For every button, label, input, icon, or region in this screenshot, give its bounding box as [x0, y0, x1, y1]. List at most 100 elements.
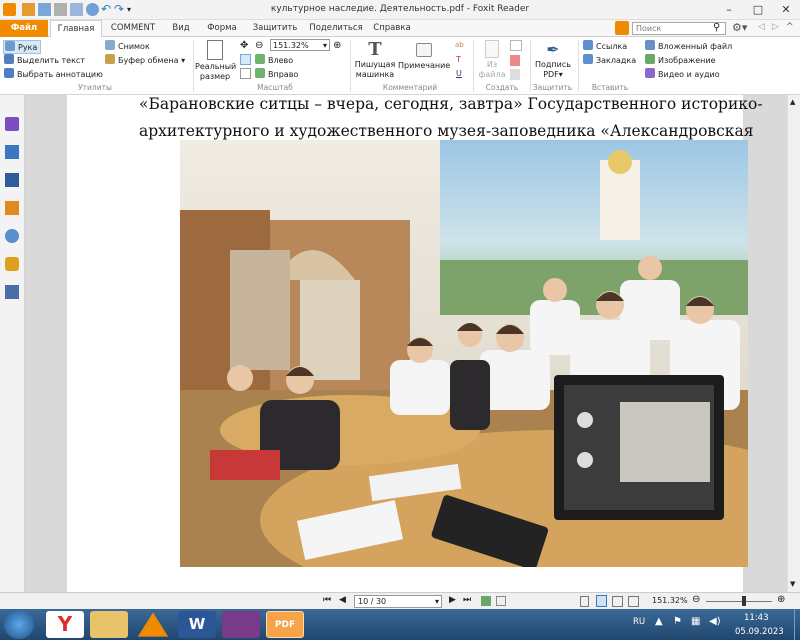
tab-protect[interactable]: Защитить — [248, 20, 302, 37]
forward-icon[interactable]: ▷ — [772, 22, 779, 32]
next-view-icon[interactable] — [496, 596, 506, 606]
select-text-button[interactable]: Выделить текст — [4, 54, 85, 66]
tab-form[interactable]: Форма — [200, 20, 244, 37]
tray-expand-icon[interactable]: ▲ — [655, 616, 663, 627]
flag-icon[interactable] — [615, 21, 629, 35]
action-center-icon[interactable]: ⚑ — [673, 616, 682, 627]
actual-size-icon — [207, 40, 223, 60]
foxit-reader-icon[interactable]: PDF — [266, 611, 304, 638]
winrar-icon[interactable] — [222, 611, 260, 638]
strikeout-icon[interactable]: T — [456, 54, 461, 65]
hand-tool-button[interactable]: Рука — [3, 40, 42, 54]
search-input[interactable]: Поиск — [632, 22, 726, 35]
attachment-icon — [645, 40, 655, 50]
highlight-icon[interactable]: ab — [455, 40, 464, 51]
facing-page-icon[interactable] — [612, 596, 623, 607]
back-icon[interactable]: ◁ — [758, 22, 765, 32]
rotate-left-icon — [255, 54, 265, 64]
navigation-sidebar — [0, 95, 25, 592]
input-language[interactable]: RU — [633, 617, 645, 627]
prev-view-icon[interactable] — [481, 596, 491, 606]
bookmark-button[interactable]: Закладка — [583, 54, 636, 66]
group-label-insert: Вставить — [591, 83, 629, 92]
bookmarks-panel-icon[interactable] — [5, 117, 19, 131]
tab-home[interactable]: Главная — [50, 20, 102, 38]
start-button[interactable] — [4, 610, 34, 639]
zoom-out-icon[interactable]: ⊖ — [255, 40, 263, 51]
scroll-up-icon[interactable]: ▲ — [790, 98, 795, 106]
image-button[interactable]: Изображение — [645, 54, 716, 66]
file-explorer-icon[interactable] — [90, 611, 128, 638]
create-pdf-icon[interactable] — [510, 55, 520, 66]
select-annotation-button[interactable]: Выбрать аннотацию — [4, 68, 103, 80]
tab-comment[interactable]: COMMENT — [104, 20, 162, 37]
yandex-browser-icon[interactable]: Y — [46, 611, 84, 638]
collapse-ribbon-icon[interactable]: ^ — [786, 22, 794, 32]
typewriter-icon: T — [368, 39, 382, 60]
layers-panel-icon[interactable] — [5, 173, 19, 187]
zoom-in-icon[interactable]: ⊕ — [333, 40, 341, 51]
vlc-icon[interactable] — [137, 612, 169, 637]
single-page-icon[interactable] — [580, 596, 589, 607]
clock-time[interactable]: 11:43 — [744, 613, 769, 623]
scroll-down-icon[interactable]: ▼ — [790, 580, 795, 588]
tab-help[interactable]: Справка — [370, 20, 414, 37]
search-icon[interactable]: ⚲ — [713, 22, 720, 33]
note-icon — [416, 43, 432, 57]
fit-width-icon[interactable] — [240, 68, 251, 79]
tab-share[interactable]: Поделиться — [304, 20, 368, 37]
document-text-line: архитектурного и художественного музея-з… — [139, 122, 754, 140]
show-desktop-button[interactable] — [794, 609, 800, 640]
rotate-right-button[interactable]: Вправо — [255, 68, 298, 80]
tab-file[interactable]: Файл — [0, 20, 48, 37]
zoom-slider-thumb[interactable] — [742, 596, 746, 606]
minimize-button[interactable]: – — [715, 1, 743, 18]
group-label-utilities: Утилиты — [78, 83, 112, 92]
link-button[interactable]: Ссылка — [583, 40, 627, 52]
page-number-input[interactable]: 10 / 30 ▾ — [354, 595, 442, 608]
typewriter-button[interactable]: T Пишущая машинка — [354, 40, 396, 82]
document-text-line: «Барановские ситцы – вчера, сегодня, зав… — [139, 95, 763, 113]
video-audio-button[interactable]: Видео и аудио — [645, 68, 720, 80]
cursor-icon — [4, 68, 14, 78]
maximize-button[interactable]: □ — [744, 1, 772, 18]
attachment-button[interactable]: Вложенный файл — [645, 40, 732, 52]
create-scan-icon[interactable] — [510, 69, 520, 80]
zoom-out-icon[interactable]: ⊖ — [692, 594, 700, 605]
continuous-facing-icon[interactable] — [628, 596, 639, 607]
network-icon[interactable]: ▦ — [691, 616, 700, 627]
actual-size-button[interactable]: Реальный размер — [195, 40, 236, 82]
clipboard-button[interactable]: Буфер обмена ▾ — [105, 54, 185, 66]
pages-panel-icon[interactable] — [5, 145, 19, 159]
close-button[interactable]: ✕ — [772, 1, 800, 18]
prev-page-icon[interactable]: ◀ — [339, 595, 346, 605]
clock-date[interactable]: 05.09.2023 — [735, 627, 784, 637]
fit-page-icon[interactable] — [240, 54, 251, 65]
sign-pdf-button[interactable]: ✒ Подпись PDF▾ — [534, 40, 572, 82]
underline-icon[interactable]: U — [456, 68, 462, 79]
comments-panel-icon[interactable] — [5, 201, 19, 215]
note-button[interactable]: Примечание — [398, 40, 450, 82]
ribbon-tabs: Файл Главная COMMENT Вид Форма Защитить … — [0, 20, 800, 38]
zoom-select[interactable]: 151.32% ▾ — [270, 39, 330, 51]
create-blank-icon[interactable] — [510, 40, 522, 51]
from-file-button[interactable]: Из файла — [477, 40, 507, 82]
snapshot-button[interactable]: Снимок — [105, 40, 150, 52]
next-page-icon[interactable]: ▶ — [449, 595, 456, 605]
rotate-left-button[interactable]: Влево — [255, 54, 293, 66]
settings-icon[interactable]: ⚙▾ — [732, 21, 747, 34]
signatures-panel-icon[interactable] — [5, 285, 19, 299]
volume-icon[interactable]: ◀) — [709, 616, 721, 627]
attachments-panel-icon[interactable] — [5, 229, 19, 243]
security-panel-icon[interactable] — [5, 257, 19, 271]
zoom-level: 151.32% — [652, 596, 688, 605]
vertical-scrollbar[interactable]: ▲ ▼ — [787, 95, 800, 592]
last-page-icon[interactable]: ⏭ — [463, 595, 471, 605]
tab-view[interactable]: Вид — [164, 20, 198, 37]
word-icon[interactable]: W — [178, 611, 216, 638]
continuous-page-icon[interactable] — [596, 595, 607, 607]
zoom-fit-icon[interactable]: ✥ — [240, 40, 248, 51]
zoom-in-icon[interactable]: ⊕ — [777, 594, 785, 605]
zoom-slider[interactable] — [706, 601, 772, 602]
first-page-icon[interactable]: ⏮ — [323, 595, 331, 605]
